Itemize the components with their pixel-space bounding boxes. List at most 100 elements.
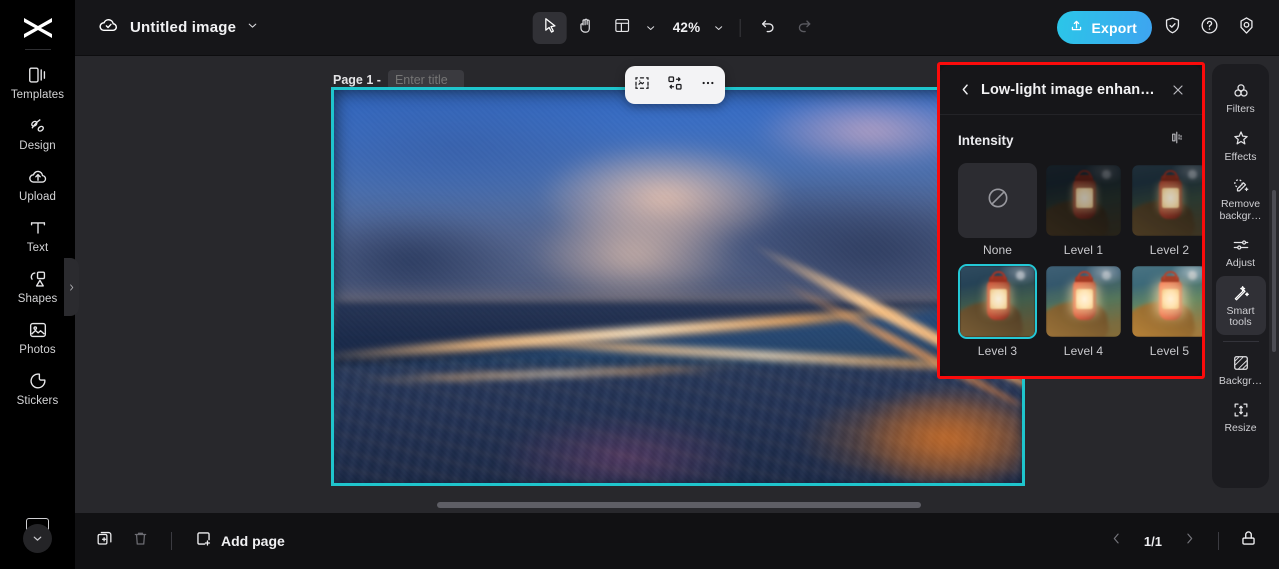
delete-page-button[interactable] (125, 526, 155, 556)
sidebar-item-label: Text (26, 242, 49, 254)
shapes-icon (27, 268, 49, 290)
smart-tools-wand-icon (1231, 283, 1251, 303)
undo-icon (759, 16, 778, 40)
layout-chevron-down-icon[interactable] (641, 22, 661, 34)
export-button[interactable]: Export (1057, 11, 1152, 44)
replace-image-button[interactable] (662, 72, 688, 98)
tool-smart-tools[interactable]: Smart tools (1215, 275, 1266, 335)
upload-icon (27, 166, 49, 188)
compare-split-icon[interactable] (1169, 129, 1186, 151)
rail-divider (24, 49, 51, 50)
right-tool-rail: Filters Effects Remove backgr… Adjust Sm… (1212, 64, 1269, 488)
topbar-right-group: Export (1057, 11, 1263, 44)
hand-tool-button[interactable] (569, 12, 603, 44)
undo-button[interactable] (751, 12, 785, 44)
canvas-horizontal-scrollbar[interactable] (437, 502, 921, 508)
select-tool-button[interactable] (532, 11, 567, 44)
crop-image-button[interactable] (629, 72, 655, 98)
background-icon (1231, 353, 1251, 373)
lantern-preview (1046, 165, 1121, 236)
tool-filters[interactable]: Filters (1216, 74, 1266, 122)
tool-label: Filters (1226, 103, 1255, 115)
chevron-left-icon (1109, 531, 1124, 551)
intensity-option-level-2[interactable]: Level 2 (1130, 163, 1202, 257)
element-floating-toolbar (625, 66, 725, 104)
add-page-icon (194, 529, 213, 553)
adjust-sliders-icon (1231, 235, 1251, 255)
canvas-photo-city-dusk[interactable] (334, 90, 1022, 483)
sidebar-item-label: Shapes (17, 293, 58, 305)
intensity-label: Intensity (958, 132, 1014, 148)
document-title[interactable]: Untitled image (130, 19, 236, 36)
zoom-level-value[interactable]: 42% (663, 20, 707, 35)
tool-remove-background[interactable]: Remove backgr… (1216, 169, 1266, 228)
crop-image-icon (633, 74, 651, 97)
left-rail-items: Templates Design Upload Text Shapes Phot… (0, 58, 75, 413)
option-thumbnail (1044, 163, 1123, 238)
lantern-preview (960, 266, 1035, 337)
add-page-button[interactable]: Add page (188, 525, 291, 557)
export-label: Export (1091, 19, 1137, 36)
duplicate-page-icon (95, 529, 114, 553)
panel-expand-handle[interactable] (64, 258, 79, 316)
tool-resize[interactable]: Resize (1216, 393, 1266, 441)
intensity-option-level-4[interactable]: Level 4 (1044, 264, 1123, 358)
sidebar-item-text[interactable]: Text (5, 211, 71, 260)
tool-rail-divider (1222, 340, 1259, 342)
option-label: Level 2 (1149, 243, 1190, 257)
intensity-option-level-1[interactable]: Level 1 (1044, 163, 1123, 257)
sidebar-item-upload[interactable]: Upload (5, 160, 71, 209)
bottom-toolbar: Add page 1/1 (75, 513, 1279, 569)
sidebar-collapse-button[interactable] (23, 524, 52, 553)
redo-button[interactable] (787, 12, 821, 44)
notes-panel-button[interactable] (1233, 526, 1263, 556)
option-label: Level 1 (1063, 243, 1104, 257)
capcut-logo[interactable] (20, 13, 56, 43)
sidebar-item-design[interactable]: Design (5, 109, 71, 158)
intensity-option-level-5[interactable]: Level 5 (1130, 264, 1202, 358)
sidebar-item-photos[interactable]: Photos (5, 313, 71, 362)
intensity-option-none[interactable]: None (958, 163, 1037, 257)
intensity-option-level-3[interactable]: Level 3 (958, 264, 1037, 358)
no-effect-icon (985, 185, 1011, 216)
shield-check-icon (1162, 15, 1183, 41)
low-light-enhancement-panel: Low-light image enhan… Intensity None Le… (937, 62, 1205, 379)
option-thumbnail (958, 163, 1037, 238)
layout-tool-button[interactable] (605, 12, 639, 44)
option-thumbnail (1044, 264, 1123, 339)
artboard-selected[interactable] (331, 87, 1025, 486)
shield-button[interactable] (1156, 11, 1189, 44)
panel-back-chevron-left-icon[interactable] (958, 82, 974, 97)
top-toolbar: Untitled image 42% Export (75, 0, 1279, 56)
document-group: Untitled image (97, 14, 259, 42)
sidebar-item-templates[interactable]: Templates (5, 58, 71, 107)
photos-icon (27, 319, 49, 341)
next-page-button[interactable] (1174, 526, 1204, 556)
panel-close-icon[interactable] (1168, 80, 1188, 100)
option-label: Level 3 (977, 344, 1018, 358)
settings-button[interactable] (1230, 11, 1263, 44)
document-menu-chevron-down-icon[interactable] (246, 19, 259, 37)
tool-label: Effects (1224, 150, 1257, 163)
sidebar-item-shapes[interactable]: Shapes (5, 262, 71, 311)
sidebar-item-stickers[interactable]: Stickers (5, 364, 71, 413)
capcut-image-editor: Templates Design Upload Text Shapes Phot… (0, 0, 1279, 569)
previous-page-button[interactable] (1102, 526, 1132, 556)
tool-adjust[interactable]: Adjust (1216, 228, 1266, 276)
help-button[interactable] (1193, 11, 1226, 44)
tool-background[interactable]: Backgr… (1216, 346, 1266, 394)
toolbar-divider (739, 18, 741, 37)
page-count-indicator: 1/1 (1143, 533, 1162, 549)
more-options-button[interactable] (695, 72, 721, 98)
photo-layer-grain (334, 90, 1022, 483)
tool-label: Backgr… (1218, 374, 1263, 387)
intensity-section-header: Intensity (958, 129, 1186, 151)
text-icon (27, 217, 49, 239)
page-number-label: Page 1 - (333, 73, 381, 87)
panel-header: Low-light image enhan… (940, 65, 1202, 115)
duplicate-page-button[interactable] (89, 526, 119, 556)
tool-rail-scrollbar[interactable] (1272, 190, 1276, 352)
zoom-chevron-down-icon[interactable] (708, 22, 728, 34)
tool-effects[interactable]: Effects (1216, 122, 1266, 170)
option-thumbnail (1130, 163, 1202, 238)
